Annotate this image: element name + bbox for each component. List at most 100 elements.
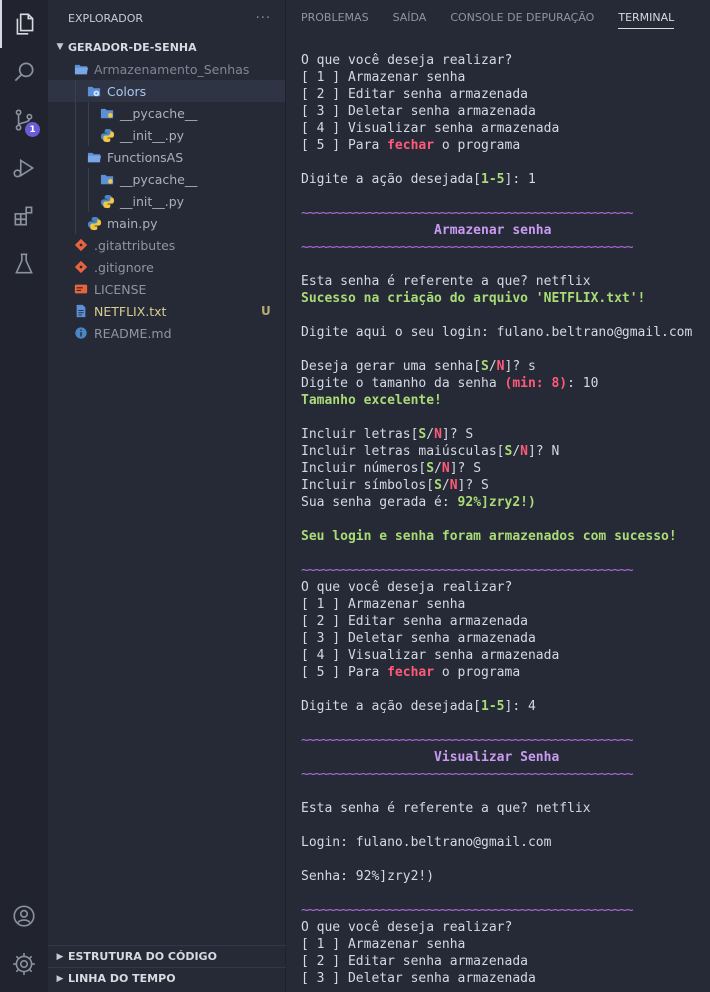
tree-item-label: __pycache__ bbox=[120, 171, 198, 187]
workspace-root-folder[interactable]: ▼ GERADOR-DE-SENHA bbox=[48, 36, 285, 58]
terminal-text: N bbox=[434, 427, 442, 442]
tree-item-label: __init__.py bbox=[120, 127, 185, 143]
tab-terminal[interactable]: TERMINAL bbox=[618, 7, 675, 29]
terminal-line: [ 3 ] Deletar senha armazenada bbox=[301, 103, 710, 120]
terminal-text: ~~~~~~~~~~~~~~~~~~~~~~~~~~~~~~~~~~~~~~~~… bbox=[301, 206, 634, 221]
terminal-line: [ 1 ] Armazenar senha bbox=[301, 936, 710, 953]
explorer-icon[interactable] bbox=[0, 0, 48, 48]
tree-item[interactable]: README.md bbox=[48, 322, 285, 344]
terminal-line: Deseja gerar uma senha[S/N]? s bbox=[301, 358, 710, 375]
tab-problems[interactable]: PROBLEMAS bbox=[301, 7, 369, 29]
terminal-text: ]? S bbox=[449, 461, 482, 476]
source-control-icon[interactable]: 1 bbox=[0, 96, 48, 144]
terminal-text: ]: 4 bbox=[504, 699, 536, 714]
indent-guide bbox=[75, 168, 76, 190]
tree-item[interactable]: Armazenamento_Senhas bbox=[48, 58, 285, 80]
terminal-text: Digite a ação desejada[ bbox=[301, 699, 482, 714]
terminal-text: [ 1 ] Armazenar senha bbox=[301, 70, 466, 85]
indent-guide bbox=[88, 124, 89, 146]
terminal-text: S bbox=[481, 359, 489, 374]
python-file-icon bbox=[99, 127, 115, 143]
tree-item-label: main.py bbox=[107, 215, 158, 231]
terminal-line: [ 2 ] Editar senha armazenada bbox=[301, 86, 710, 103]
license-file-icon bbox=[73, 281, 89, 297]
settings-gear-icon[interactable] bbox=[0, 940, 48, 988]
terminal-text: ]? S bbox=[457, 478, 489, 493]
indent-guide bbox=[75, 80, 76, 102]
terminal-line: Incluir números[S/N]? S bbox=[301, 460, 710, 477]
terminal-text: [ 1 ] Armazenar senha bbox=[301, 937, 466, 952]
terminal-text: [ 3 ] Deletar senha armazenada bbox=[301, 104, 536, 119]
text-file-icon bbox=[73, 303, 89, 319]
terminal-text: ]? s bbox=[504, 359, 536, 374]
terminal-text: Sucesso na criação do arquivo 'NETFLIX.t… bbox=[301, 291, 646, 306]
terminal-text: Incluir números[ bbox=[301, 461, 427, 476]
terminal-text: 1-5 bbox=[481, 699, 505, 714]
terminal-line: Esta senha é referente a que? netflix bbox=[301, 273, 710, 290]
tab-debug-console[interactable]: CONSOLE DE DEPURAÇÃO bbox=[450, 7, 594, 29]
folder-open-icon bbox=[73, 61, 89, 77]
terminal-line: Digite aqui o seu login: fulano.beltrano… bbox=[301, 324, 710, 341]
panel-tabs: PROBLEMAS SAÍDA CONSOLE DE DEPURAÇÃO TER… bbox=[287, 0, 710, 36]
terminal-text: o programa bbox=[434, 138, 521, 153]
tree-item[interactable]: __init__.py bbox=[48, 124, 285, 146]
terminal-line: Incluir letras[S/N]? S bbox=[301, 426, 710, 443]
terminal-text: o programa bbox=[434, 665, 521, 680]
outline-section[interactable]: ▶ ESTRUTURA DO CÓDIGO bbox=[48, 945, 286, 967]
search-icon[interactable] bbox=[0, 48, 48, 96]
terminal-text: S bbox=[426, 461, 435, 476]
tab-output[interactable]: SAÍDA bbox=[393, 7, 427, 29]
tree-item-label: README.md bbox=[94, 325, 172, 341]
terminal-panel: PROBLEMAS SAÍDA CONSOLE DE DEPURAÇÃO TER… bbox=[287, 0, 710, 992]
more-actions-button[interactable]: ··· bbox=[256, 11, 271, 26]
terminal-text: ~~~~~~~~~~~~~~~~~~~~~~~~~~~~~~~~~~~~~~~~… bbox=[301, 733, 634, 748]
terminal-line: ~~~~~~~~~~~~~~~~~~~~~~~~~~~~~~~~~~~~~~~~… bbox=[301, 205, 710, 222]
extensions-icon[interactable] bbox=[0, 192, 48, 240]
folder-special-icon bbox=[86, 83, 102, 99]
terminal-line: [ 4 ] Visualizar senha armazenada bbox=[301, 647, 710, 664]
terminal-text: ]? S bbox=[441, 427, 474, 442]
terminal-line: [ 3 ] Deletar senha armazenada bbox=[301, 630, 710, 647]
terminal-text: [ 2 ] Editar senha armazenada bbox=[301, 614, 528, 629]
terminal-line: Login: fulano.beltrano@gmail.com bbox=[301, 834, 710, 851]
tree-item[interactable]: LICENSE bbox=[48, 278, 285, 300]
tree-item[interactable]: FunctionsAS bbox=[48, 146, 285, 168]
terminal-text: Deseja gerar uma senha[ bbox=[301, 359, 482, 374]
tree-item[interactable]: __init__.py bbox=[48, 190, 285, 212]
terminal-output[interactable]: O que você deseja realizar? [ 1 ] Armazen… bbox=[301, 52, 710, 987]
chevron-right-icon: ▶ bbox=[56, 973, 64, 984]
indent-guide bbox=[75, 124, 76, 146]
timeline-section[interactable]: ▶ LINHA DO TEMPO bbox=[48, 967, 286, 989]
terminal-line: [ 5 ] Para fechar o programa bbox=[301, 137, 710, 154]
git-file-icon bbox=[73, 237, 89, 253]
workspace-root-label: GERADOR-DE-SENHA bbox=[68, 40, 197, 54]
terminal-line: [ 3 ] Deletar senha armazenada bbox=[301, 970, 710, 987]
terminal-line: O que você deseja realizar? bbox=[301, 579, 710, 596]
tree-item[interactable]: .gitattributes bbox=[48, 234, 285, 256]
tree-item[interactable]: __pycache__ bbox=[48, 168, 285, 190]
tree-item[interactable]: NETFLIX.txt U bbox=[48, 300, 285, 322]
tree-item[interactable]: __pycache__ bbox=[48, 102, 285, 124]
testing-flask-icon[interactable] bbox=[0, 240, 48, 288]
run-debug-icon[interactable] bbox=[0, 144, 48, 192]
indent-guide bbox=[75, 190, 76, 212]
git-file-icon bbox=[73, 259, 89, 275]
tree-item-label: NETFLIX.txt bbox=[94, 303, 167, 319]
explorer-sidebar: EXPLORADOR ··· ▼ GERADOR-DE-SENHA Armaze… bbox=[48, 0, 286, 992]
tree-item[interactable]: main.py bbox=[48, 212, 285, 234]
terminal-text: Tamanho excelente! bbox=[301, 393, 442, 408]
terminal-text: Seu login e senha foram armazenados com … bbox=[301, 529, 677, 544]
account-icon[interactable] bbox=[0, 892, 48, 940]
terminal-text: / bbox=[488, 359, 497, 374]
outline-section-label: ESTRUTURA DO CÓDIGO bbox=[68, 950, 217, 963]
tree-item[interactable]: Colors bbox=[48, 80, 285, 102]
terminal-text: Esta senha é referente a que? netflix bbox=[301, 274, 591, 289]
tree-item[interactable]: .gitignore bbox=[48, 256, 285, 278]
python-file-icon bbox=[99, 193, 115, 209]
terminal-line: Sucesso na criação do arquivo 'NETFLIX.t… bbox=[301, 290, 710, 307]
tree-item-label: Colors bbox=[107, 83, 147, 99]
terminal-line: O que você deseja realizar? bbox=[301, 919, 710, 936]
